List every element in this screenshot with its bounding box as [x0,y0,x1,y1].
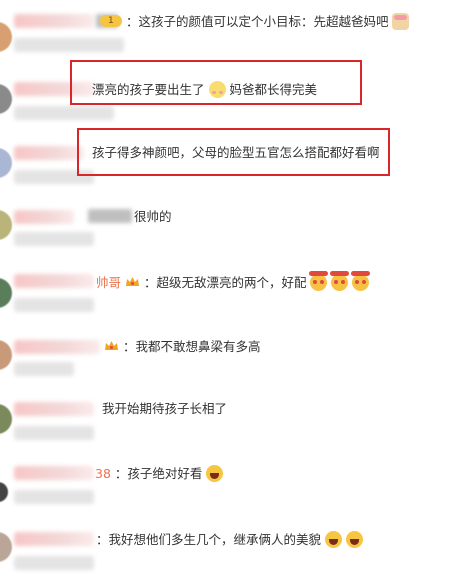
timestamp [14,556,94,570]
avatar[interactable] [0,210,12,240]
username[interactable] [14,340,100,354]
comment-text: 我开始期待孩子长相了 [102,401,227,417]
comment-row: 我开始期待孩子长相了 [0,392,473,456]
comment-content: ：超级无敌漂亮的两个，好配 [143,275,307,290]
avatar[interactable] [0,84,12,114]
timestamp [14,362,74,376]
comment-row: 漂亮的孩子要出生了 妈爸都长得完美 [0,60,473,126]
laugh-icon [325,531,342,548]
timestamp [14,426,94,440]
comment-text: ：这孩子的颜值可以定个小目标：先超越爸妈吧 [100,13,410,30]
comment-row: 很帅的 [0,192,473,258]
crown-icon [105,341,118,350]
username[interactable] [14,146,84,160]
level-badge-icon [100,13,122,29]
comment-text: 很帅的 [134,209,172,225]
cake-icon [392,13,410,30]
username[interactable] [14,402,94,416]
username[interactable] [14,466,94,480]
comment-row: ：我都不敢想鼻梁有多高 [0,326,473,392]
comment-content: ：孩子绝对好看 [114,466,203,481]
comment-content: 很帅的 [134,209,172,224]
comment-text: ：我都不敢想鼻梁有多高 [104,339,261,355]
avatar[interactable] [0,278,12,308]
highlight-box [77,128,390,176]
avatar[interactable] [0,22,12,52]
avatar[interactable] [0,482,8,502]
crown-icon [126,277,139,286]
comment-content: ：我好想他们多生几个，继承俩人的美貌 [96,532,322,547]
comment-row: ：这孩子的颜值可以定个小目标：先超越爸妈吧 [0,0,473,60]
username-extra [88,209,132,223]
comment-row: ：我好想他们多生几个，继承俩人的美貌 [0,518,473,578]
avatar[interactable] [0,532,12,562]
username-suffix[interactable]: 帅哥 [96,275,121,290]
laugh-icon [206,465,224,482]
avatar[interactable] [0,404,12,434]
username-suffix[interactable]: 38 [95,466,111,481]
love-face-icon [330,271,350,291]
highlight-box [70,60,362,105]
comment-content: ：我都不敢想鼻梁有多高 [122,339,261,354]
comment-text: 38 ：孩子绝对好看 [95,465,224,482]
timestamp [14,298,94,312]
username[interactable] [14,532,94,546]
comment-text: 帅哥 ：超级无敌漂亮的两个，好配 [96,271,371,291]
username[interactable] [14,14,94,28]
love-face-icon [351,271,371,291]
username[interactable] [14,274,94,288]
comment-row: 帅哥 ：超级无敌漂亮的两个，好配 [0,258,473,326]
avatar[interactable] [0,340,12,370]
comment-content: 我开始期待孩子长相了 [102,401,228,416]
love-face-icon [309,271,329,291]
timestamp [14,490,94,504]
username[interactable] [14,210,74,224]
timestamp [14,232,94,246]
timestamp [14,106,114,120]
comment-row: 孩子得多神颜吧，父母的脸型五官怎么搭配都好看啊 [0,126,473,192]
avatar[interactable] [0,148,12,178]
comment-row: 38 ：孩子绝对好看 [0,456,473,518]
comment-content: ：这孩子的颜值可以定个小目标：先超越爸妈吧 [125,14,389,29]
laugh-icon [345,531,363,548]
comment-text: ：我好想他们多生几个，继承俩人的美貌 [96,531,363,548]
timestamp [14,38,124,52]
